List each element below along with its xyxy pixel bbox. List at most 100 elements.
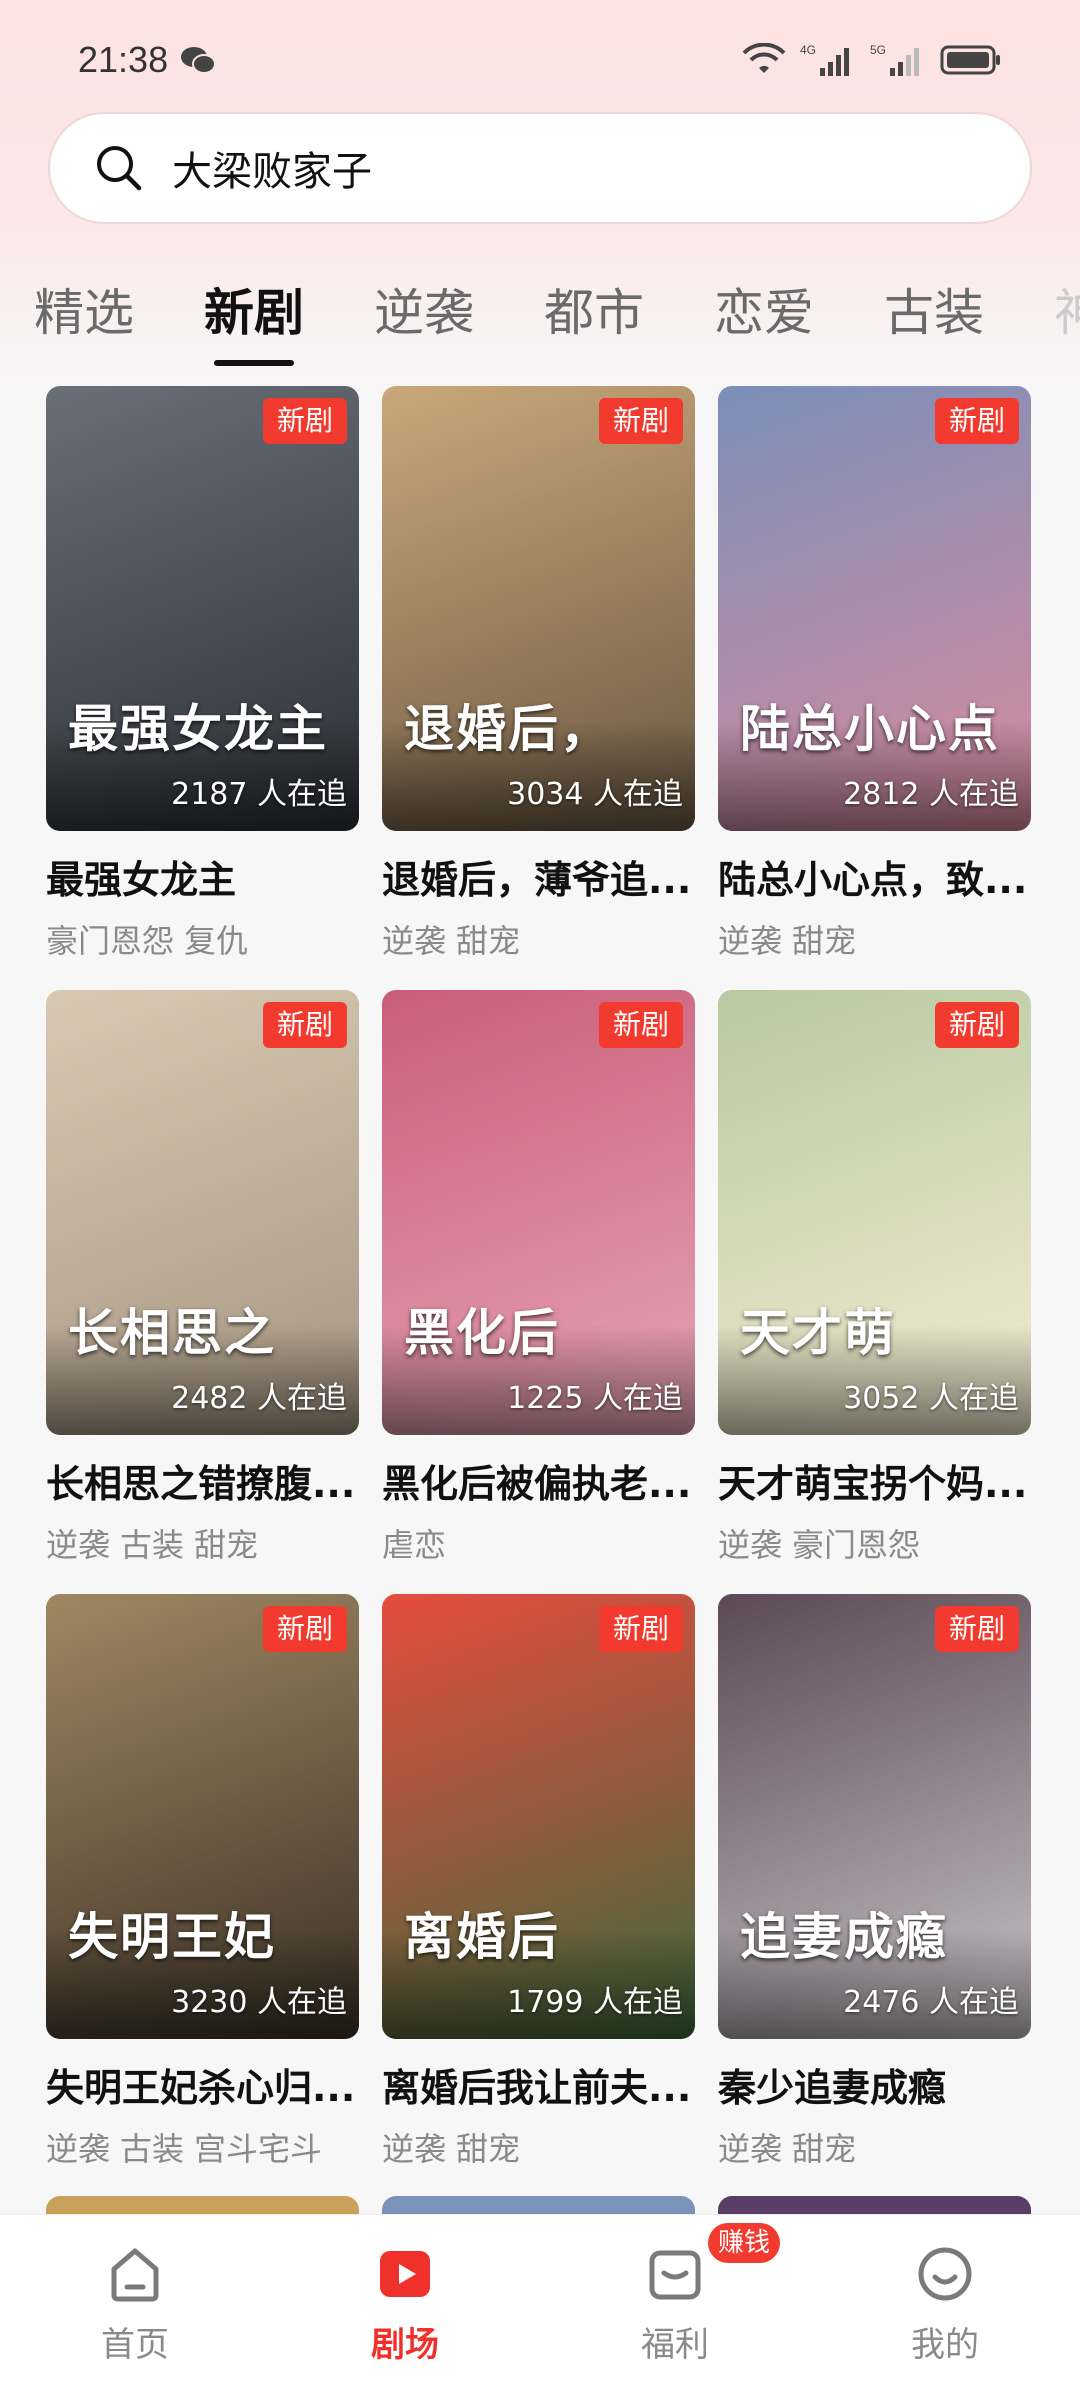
poster-title: 黑化后 — [404, 1304, 560, 1362]
drama-card[interactable]: 陆总小心点 新剧 2812 人在追 陆总小心点，致... 逆袭 甜宠 — [718, 386, 1031, 962]
drama-card[interactable]: 最强女龙主 新剧 2187 人在追 最强女龙主 豪门恩怨 复仇 — [46, 386, 359, 962]
drama-title[interactable]: 最强女龙主 — [46, 849, 359, 904]
drama-card[interactable]: 失明王妃 新剧 3230 人在追 失明王妃杀心归... 逆袭 古装 宫斗宅斗 — [46, 1594, 359, 2170]
watching-count: 3034 人在追 — [507, 777, 683, 812]
drama-card[interactable]: 天才萌 新剧 3052 人在追 天才萌宝拐个妈... 逆袭 豪门恩怨 — [718, 990, 1031, 1566]
drama-title[interactable]: 秦少追妻成瘾 — [718, 2057, 1031, 2112]
drama-tag: 逆袭 — [718, 922, 783, 960]
drama-card[interactable]: 黑化后 新剧 1225 人在追 黑化后被偏执老... 虐恋 — [382, 990, 695, 1566]
status-time: 21:38 — [78, 39, 169, 80]
search-icon — [97, 146, 142, 191]
tab-costume[interactable]: 古装 — [884, 268, 1054, 358]
drama-tags: 逆袭 豪门恩怨 — [718, 1520, 1031, 1566]
new-drama-badge: 新剧 — [598, 1606, 683, 1652]
tab-urban[interactable]: 都市 — [544, 268, 714, 358]
drama-poster[interactable]: 退婚后， 新剧 3034 人在追 — [382, 386, 695, 831]
drama-poster[interactable]: 最强女龙主 新剧 2187 人在追 — [46, 386, 359, 831]
watching-count: 2812 人在追 — [843, 777, 1019, 812]
search-input[interactable]: 大梁败家子 — [48, 112, 1032, 224]
drama-card[interactable]: 追妻成瘾 新剧 2476 人在追 秦少追妻成瘾 逆袭 甜宠 — [718, 1594, 1031, 2170]
drama-title[interactable]: 离婚后我让前夫... — [382, 2057, 695, 2112]
new-drama-badge: 新剧 — [262, 398, 347, 444]
earn-money-badge: 赚钱 — [708, 2223, 780, 2263]
drama-tags: 逆袭 古装 宫斗宅斗 — [46, 2124, 359, 2170]
drama-title[interactable]: 黑化后被偏执老... — [382, 1453, 695, 1508]
drama-tag: 宫斗宅斗 — [194, 2130, 323, 2168]
drama-tags: 逆袭 古装 甜宠 — [46, 1520, 359, 1566]
drama-tag: 逆袭 — [382, 2130, 447, 2168]
signal-4g-icon: 4G — [800, 43, 849, 76]
nav-welfare-label: 福利 — [641, 2325, 709, 2365]
watching-count: 2187 人在追 — [171, 777, 347, 812]
watching-count: 2482 人在追 — [171, 1381, 347, 1416]
drama-tag: 逆袭 — [718, 2130, 783, 2168]
drama-title[interactable]: 失明王妃杀心归... — [46, 2057, 359, 2112]
new-drama-badge: 新剧 — [934, 1606, 1019, 1652]
drama-tag: 豪门恩怨 — [46, 922, 175, 960]
tab-featured[interactable]: 精选 — [34, 268, 204, 358]
poster-title: 追妻成瘾 — [740, 1908, 948, 1966]
drama-tag: 古装 — [120, 2130, 185, 2168]
watching-count: 3052 人在追 — [843, 1381, 1019, 1416]
drama-poster[interactable]: 追妻成瘾 新剧 2476 人在追 — [718, 1594, 1031, 2039]
drama-poster[interactable]: 陆总小心点 新剧 2812 人在追 — [718, 386, 1031, 831]
watching-count: 3230 人在追 — [171, 1985, 347, 2020]
drama-tag: 复仇 — [184, 922, 249, 960]
drama-tag: 甜宠 — [792, 2130, 857, 2168]
drama-tag: 甜宠 — [792, 922, 857, 960]
battery-icon — [940, 45, 1000, 75]
poster-title: 失明王妃 — [68, 1908, 276, 1966]
nav-theater[interactable]: 剧场 — [270, 2215, 540, 2388]
poster-title: 最强女龙主 — [68, 700, 328, 758]
drama-tags: 逆袭 甜宠 — [718, 916, 1031, 962]
tab-counterattack[interactable]: 逆袭 — [374, 268, 544, 358]
drama-title[interactable]: 天才萌宝拐个妈... — [718, 1453, 1031, 1508]
welfare-icon — [649, 2250, 701, 2300]
drama-title[interactable]: 陆总小心点，致... — [718, 849, 1031, 904]
poster-title: 长相思之 — [68, 1304, 276, 1362]
drama-poster[interactable]: 失明王妃 新剧 3230 人在追 — [46, 1594, 359, 2039]
status-indicators: 4G 5G — [742, 42, 1002, 78]
nav-theater-label: 剧场 — [371, 2325, 439, 2365]
tab-romance[interactable]: 恋爱 — [714, 268, 884, 358]
drama-title[interactable]: 长相思之错撩腹... — [46, 1453, 359, 1508]
poster-title: 退婚后， — [404, 700, 612, 758]
wifi-icon — [742, 43, 786, 73]
new-drama-badge: 新剧 — [934, 398, 1019, 444]
drama-poster[interactable]: 离婚后 新剧 1799 人在追 — [382, 1594, 695, 2039]
drama-card[interactable]: 长相思之 新剧 2482 人在追 长相思之错撩腹... 逆袭 古装 甜宠 — [46, 990, 359, 1566]
drama-tag: 甜宠 — [194, 1526, 259, 1564]
nav-welfare[interactable]: 福利 赚钱 — [540, 2215, 810, 2388]
status-bar: 21:38 4G 5G — [0, 0, 1080, 120]
drama-card[interactable]: 离婚后 新剧 1799 人在追 离婚后我让前夫... 逆袭 甜宠 — [382, 1594, 695, 2170]
watching-count: 1225 人在追 — [507, 1381, 683, 1416]
drama-poster[interactable]: 黑化后 新剧 1225 人在追 — [382, 990, 695, 1435]
theater-play-icon — [380, 2251, 430, 2297]
drama-poster[interactable]: 天才萌 新剧 3052 人在追 — [718, 990, 1031, 1435]
new-drama-badge: 新剧 — [262, 1606, 347, 1652]
wechat-icon — [181, 47, 217, 74]
tab-new-drama[interactable]: 新剧 — [204, 268, 374, 366]
drama-tags: 逆袭 甜宠 — [718, 2124, 1031, 2170]
drama-tag: 古装 — [120, 1526, 185, 1564]
svg-text:5G: 5G — [870, 43, 886, 57]
poster-title: 天才萌 — [740, 1304, 896, 1362]
new-drama-badge: 新剧 — [598, 398, 683, 444]
watching-count: 1799 人在追 — [507, 1985, 683, 2020]
drama-poster[interactable]: 长相思之 新剧 2482 人在追 — [46, 990, 359, 1435]
nav-profile[interactable]: 我的 — [810, 2215, 1080, 2388]
nav-profile-label: 我的 — [911, 2325, 979, 2365]
tab-more[interactable]: 神 — [1054, 268, 1080, 358]
search-query-text: 大梁败家子 — [172, 149, 372, 195]
drama-tags: 豪门恩怨 复仇 — [46, 916, 359, 962]
drama-tag: 逆袭 — [46, 1526, 111, 1564]
home-icon — [111, 2248, 159, 2302]
watching-count: 2476 人在追 — [843, 1985, 1019, 2020]
drama-title[interactable]: 退婚后，薄爷追... — [382, 849, 695, 904]
drama-tags: 逆袭 甜宠 — [382, 2124, 695, 2170]
drama-card[interactable]: 退婚后， 新剧 3034 人在追 退婚后，薄爷追... 逆袭 甜宠 — [382, 386, 695, 962]
new-drama-badge: 新剧 — [598, 1002, 683, 1048]
drama-tag: 豪门恩怨 — [792, 1526, 921, 1564]
nav-home[interactable]: 首页 — [0, 2215, 270, 2388]
drama-tag: 逆袭 — [718, 1526, 783, 1564]
